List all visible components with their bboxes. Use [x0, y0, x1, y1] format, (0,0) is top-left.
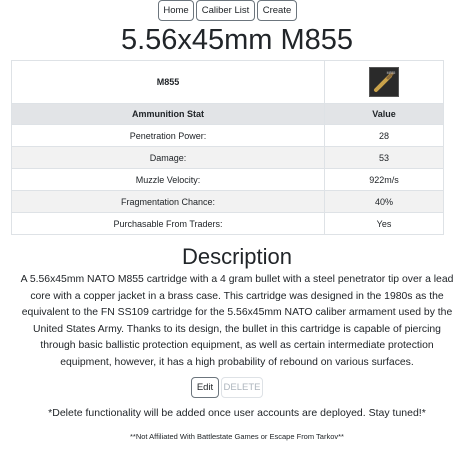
stat-column-header: Ammunition Stat [11, 103, 325, 125]
ammo-stats-table: M855 M855 Ammunition Stat Value Penetrat… [11, 60, 444, 235]
caliber-list-button[interactable]: Caliber List [196, 0, 255, 21]
stat-value: 53 [324, 146, 444, 169]
stat-label: Fragmentation Chance: [11, 190, 325, 213]
ammo-image: M855 [369, 67, 399, 97]
delete-notice: *Delete functionality will be added once… [48, 407, 426, 419]
ammo-image-label: M855 [387, 71, 396, 75]
home-button[interactable]: Home [158, 0, 194, 21]
stat-value: 28 [324, 124, 444, 147]
stat-label: Purchasable From Traders: [11, 212, 325, 235]
table-row: Penetration Power: 28 [11, 124, 444, 147]
footer-disclaimer: **Not Affiliated With Battlestate Games … [130, 432, 344, 441]
table-row: Fragmentation Chance: 40% [11, 190, 444, 213]
description-text: A 5.56x45mm NATO M855 cartridge with a 4… [20, 274, 454, 368]
create-button[interactable]: Create [257, 0, 297, 21]
ammo-name: M855 [11, 60, 325, 104]
stat-label: Damage: [11, 146, 325, 169]
table-header-row: Ammunition Stat Value [11, 103, 444, 125]
ammo-image-cell: M855 [324, 60, 444, 104]
ammo-header-row: M855 M855 [11, 60, 444, 104]
cartridge-icon: M855 [370, 68, 398, 96]
table-row: Purchasable From Traders: Yes [11, 212, 444, 235]
value-column-header: Value [324, 103, 444, 125]
stat-value: Yes [324, 212, 444, 235]
edit-button[interactable]: Edit [191, 377, 219, 398]
delete-button[interactable]: DELETE [221, 377, 263, 398]
stat-value: 922m/s [324, 168, 444, 191]
top-nav: Home Caliber List Create [0, 0, 474, 22]
stat-label: Penetration Power: [11, 124, 325, 147]
stat-label: Muzzle Velocity: [11, 168, 325, 191]
table-row: Muzzle Velocity: 922m/s [11, 168, 444, 191]
stat-value: 40% [324, 190, 444, 213]
page-title: 5.56x45mm M855 [120, 24, 354, 56]
description-heading: Description [181, 244, 293, 269]
table-row: Damage: 53 [11, 146, 444, 169]
